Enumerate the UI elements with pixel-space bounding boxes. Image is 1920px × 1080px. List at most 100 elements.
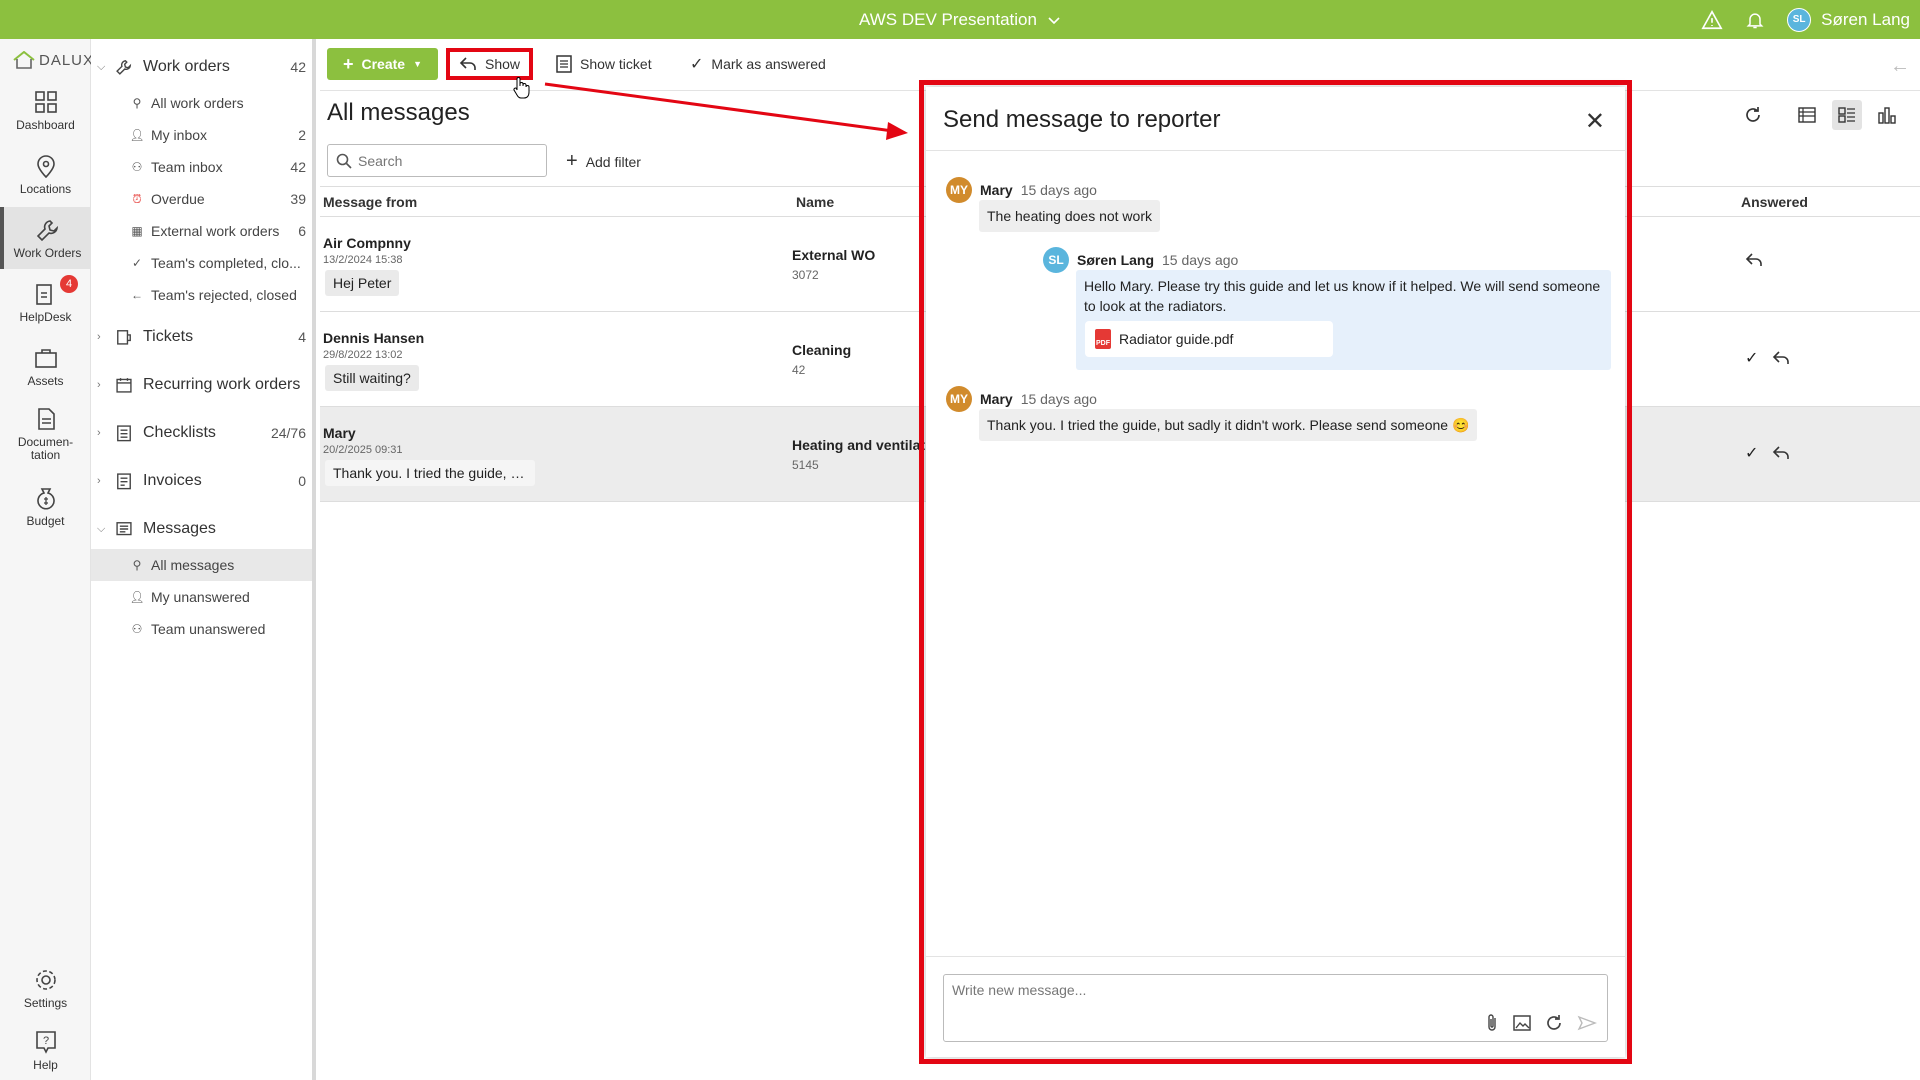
person-icon: 👤︎: [129, 128, 145, 142]
rail-label: Work Orders: [13, 245, 82, 260]
search-input[interactable]: [358, 152, 528, 169]
avatar: SL: [1787, 7, 1812, 32]
rail-settings[interactable]: Settings: [0, 957, 91, 1019]
dashboard-icon: [34, 90, 57, 113]
nav-group-checklists[interactable]: › Checklists 24/76: [91, 415, 312, 451]
arrow-left-icon[interactable]: ←: [1890, 55, 1910, 78]
add-filter-button[interactable]: + Add filter: [566, 150, 641, 173]
nav-group-recurring-work-orders[interactable]: › Recurring work orders: [91, 367, 312, 403]
dalux-logo[interactable]: DALUX: [13, 51, 94, 69]
refresh-icon: [1746, 107, 1760, 122]
nav-item-my-unanswered[interactable]: 👤︎ My unanswered: [91, 581, 312, 613]
search-icon: ⚲: [132, 96, 142, 110]
rail-assets[interactable]: Assets: [0, 335, 91, 397]
chevron-right-icon: ›: [97, 427, 101, 439]
rail-helpdesk[interactable]: 4 HelpDesk: [0, 271, 91, 333]
nav-item-external-work-orders[interactable]: ▦ External work orders 6: [91, 215, 312, 247]
work-order-number: 5145: [792, 458, 819, 472]
rail-budget[interactable]: Budget: [0, 475, 91, 537]
create-button[interactable]: + Create ▼: [327, 48, 438, 80]
reply-icon: [459, 57, 476, 70]
nav-group-tickets[interactable]: › Tickets 4: [91, 319, 312, 355]
help-icon: ?: [35, 1030, 56, 1054]
logo-text: DALUX: [39, 51, 95, 69]
chevron-right-icon: ›: [97, 475, 101, 487]
house-logo-icon: [13, 51, 35, 69]
nav-item-all-work-orders[interactable]: ⚲ All work orders: [91, 87, 312, 119]
column-message-from[interactable]: Message from: [323, 194, 417, 210]
nav-item-all-messages[interactable]: ⚲ All messages: [91, 549, 312, 581]
arrow-left-icon: ←: [131, 288, 143, 302]
chart-view-button[interactable]: [1872, 100, 1902, 130]
nav-item-teams-rejected[interactable]: ← Team's rejected, closed: [91, 279, 312, 311]
column-answered[interactable]: Answered: [1741, 194, 1808, 210]
location-pin-icon: [36, 154, 55, 178]
rail-label: Budget: [26, 513, 65, 528]
answered-status: ✓: [1745, 348, 1790, 368]
warning-icon[interactable]: [1701, 9, 1723, 31]
messages-icon: [116, 522, 132, 536]
chevron-down-icon: ⌵: [97, 60, 106, 73]
nav-item-my-inbox[interactable]: 👤︎ My inbox 2: [91, 119, 312, 151]
checkmark-icon: ✓: [1745, 445, 1759, 462]
project-selector[interactable]: AWS DEV Presentation: [0, 0, 1920, 39]
user-name: Søren Lang: [1821, 9, 1910, 29]
rail-help[interactable]: ? Help: [0, 1019, 91, 1080]
invoice-icon: [117, 473, 131, 490]
bell-icon[interactable]: [1745, 9, 1765, 31]
rail-label: HelpDesk: [19, 309, 72, 324]
checkmark-icon: ✓: [1745, 350, 1759, 367]
rail-dashboard[interactable]: Dashboard: [0, 79, 91, 141]
nav-group-messages[interactable]: ⌵ Messages: [91, 511, 312, 547]
message-date: 29/8/2022 13:02: [323, 349, 403, 361]
show-ticket-button[interactable]: Show ticket: [556, 48, 652, 80]
checklist-icon: [117, 425, 131, 442]
gear-icon: [35, 969, 56, 990]
bar-chart-icon: [1878, 107, 1896, 124]
user-menu[interactable]: SL Søren Lang: [1787, 7, 1910, 32]
person-icon: 👤︎: [129, 590, 145, 604]
assets-icon: [34, 348, 57, 368]
nav-group-invoices[interactable]: › Invoices 0: [91, 463, 312, 499]
list-view-icon: [1798, 107, 1816, 123]
rail-documentation[interactable]: Documen- tation: [0, 399, 91, 469]
rail-work-orders[interactable]: Work Orders: [0, 207, 91, 269]
work-order-number: 42: [792, 363, 806, 377]
nav-count: 24/76: [270, 425, 306, 441]
message-preview: Still waiting?: [325, 365, 419, 391]
nav-label: Work orders: [143, 58, 230, 75]
wrench-icon: [36, 219, 58, 241]
work-order-name: External WO: [792, 247, 876, 263]
search-icon: ⚲: [132, 558, 142, 572]
plus-icon: +: [342, 53, 354, 74]
helpdesk-icon: [35, 283, 52, 305]
message-preview: Hej Peter: [325, 270, 400, 296]
nav-label: Messages: [143, 520, 216, 537]
navigation-panel: ⌵ Work orders 42 ⚲ All work orders 👤︎ My…: [91, 39, 316, 1080]
wrench-icon: [116, 60, 132, 75]
nav-item-teams-completed[interactable]: ✓ Team's completed, clo...: [91, 247, 312, 279]
column-name[interactable]: Name: [796, 194, 834, 210]
nav-item-team-unanswered[interactable]: ⚇ Team unanswered: [91, 613, 312, 645]
mark-as-answered-button[interactable]: ✓ Mark as answered: [690, 48, 826, 80]
chevron-right-icon: ›: [97, 331, 101, 343]
ticket-icon: [117, 330, 131, 345]
nav-group-work-orders[interactable]: ⌵ Work orders 42: [91, 49, 312, 85]
work-order-name: Cleaning: [792, 342, 852, 358]
rail-locations[interactable]: Locations: [0, 143, 91, 205]
refresh-button[interactable]: [1738, 100, 1768, 130]
reply-icon: [1773, 351, 1790, 364]
rail-label: Help: [33, 1057, 58, 1072]
rail-label: Locations: [19, 181, 72, 196]
message-from: Mary: [323, 425, 356, 441]
list-view-button[interactable]: [1792, 100, 1822, 130]
work-order-number: 3072: [792, 268, 819, 282]
mark-answered-label: Mark as answered: [711, 56, 826, 72]
add-filter-label: Add filter: [585, 153, 641, 170]
notification-badge: 4: [60, 275, 78, 293]
search-box[interactable]: [327, 144, 547, 177]
reply-icon: [1773, 446, 1790, 459]
card-view-button[interactable]: [1832, 100, 1862, 130]
nav-item-team-inbox[interactable]: ⚇ Team inbox 42: [91, 151, 312, 183]
nav-item-overdue[interactable]: ⏰︎ Overdue 39: [91, 183, 312, 215]
